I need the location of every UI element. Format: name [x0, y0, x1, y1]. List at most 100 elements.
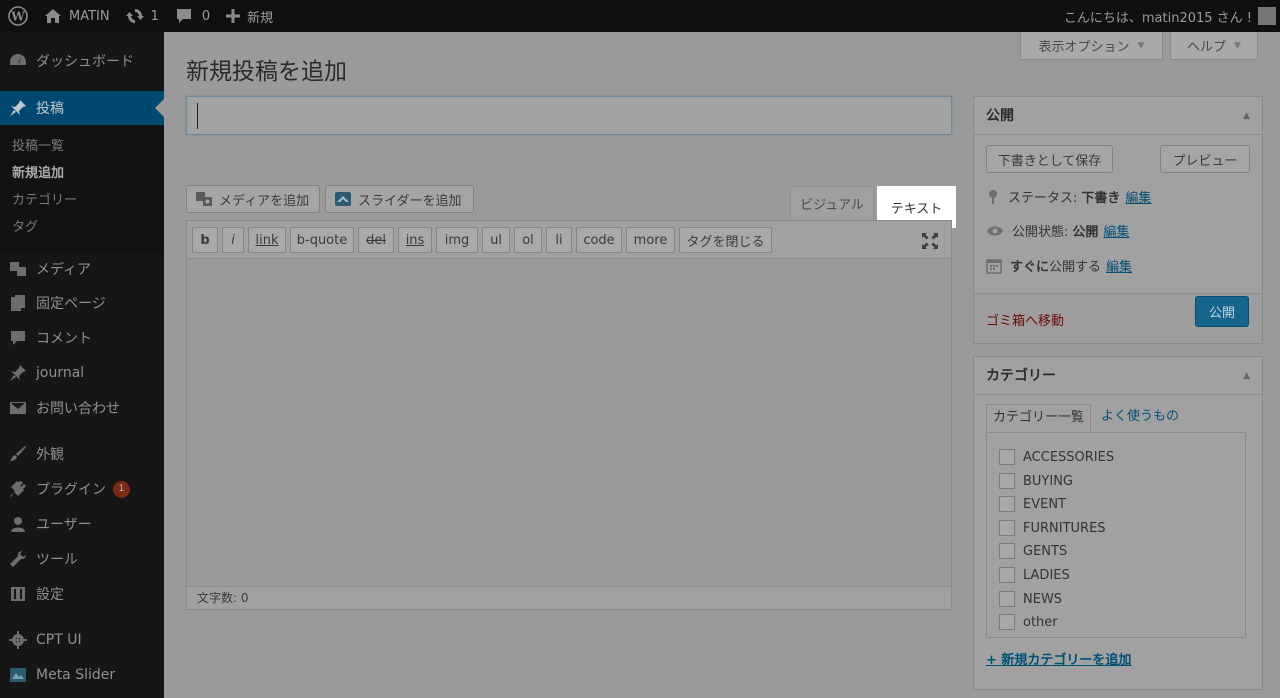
gear-icon [0, 631, 36, 649]
tab-all-categories[interactable]: カテゴリー一覧 [986, 404, 1092, 432]
category-label: FURNITURES [1023, 520, 1106, 536]
triangle-up-icon[interactable]: ▲ [1243, 357, 1250, 395]
qt-ins-button[interactable]: ins [398, 227, 432, 253]
menu-label: お問い合わせ [36, 401, 120, 417]
checkbox[interactable] [999, 567, 1015, 583]
pin-icon [0, 99, 36, 117]
qt-close-tags-button[interactable]: タグを閉じる [679, 227, 772, 253]
new-content-menu[interactable]: 新規 [218, 0, 281, 32]
move-to-trash-link[interactable]: ゴミ箱へ移動 [986, 310, 1064, 329]
category-tabs: カテゴリー一覧 よく使うもの [986, 404, 1185, 432]
category-item[interactable]: FURNITURES [999, 520, 1106, 536]
menu-label: journal [36, 365, 85, 381]
submenu-all-posts[interactable]: 投稿一覧 [0, 133, 164, 160]
qt-code-button[interactable]: code [576, 227, 622, 253]
category-item[interactable]: other [999, 614, 1058, 630]
category-item[interactable]: BUYING [999, 473, 1073, 489]
menu-dashboard[interactable]: ダッシュボード [0, 44, 164, 78]
publish-box-header[interactable]: 公開 ▲ [974, 97, 1262, 135]
status-label: ステータス: [1008, 191, 1078, 206]
triangle-up-icon[interactable]: ▲ [1243, 97, 1250, 135]
tab-visual-label: ビジュアル [800, 198, 864, 213]
checkbox[interactable] [999, 543, 1015, 559]
menu-appearance[interactable]: 外観 [0, 437, 164, 471]
checkbox[interactable] [999, 449, 1015, 465]
checkbox[interactable] [999, 614, 1015, 630]
qt-ol-button[interactable]: ol [514, 227, 542, 253]
comment-icon [176, 9, 191, 23]
submenu-add-new[interactable]: 新規追加 [0, 160, 164, 187]
qt-italic-button[interactable]: i [222, 227, 244, 253]
publish-button[interactable]: 公開 [1195, 296, 1249, 327]
help-tab[interactable]: ヘルプ ▼ [1170, 32, 1258, 60]
refresh-icon [125, 9, 144, 23]
triangle-down-icon: ▼ [1137, 40, 1145, 51]
my-account-menu[interactable]: こんにちは、matin2015 さん ! [1056, 0, 1280, 32]
category-box-header[interactable]: カテゴリー ▲ [974, 357, 1262, 395]
comments-menu[interactable]: 0 [167, 0, 218, 32]
category-label: BUYING [1023, 473, 1074, 489]
comments-count: 0 [201, 8, 211, 24]
menu-cpt-ui[interactable]: CPT UI [0, 623, 164, 657]
qt-li-button[interactable]: li [546, 227, 572, 253]
update-badge: 1 [113, 480, 130, 498]
category-item[interactable]: LADIES [999, 567, 1070, 583]
wordpress-logo-icon[interactable]: W [0, 0, 36, 32]
qt-more-button[interactable]: more [626, 227, 675, 253]
menu-users[interactable]: ユーザー [0, 507, 164, 541]
checkbox[interactable] [999, 520, 1015, 536]
pin-marker-icon [989, 189, 997, 204]
edit-visibility-link[interactable]: 編集 [1103, 221, 1129, 240]
checkbox[interactable] [999, 591, 1015, 607]
tab-most-used[interactable]: よく使うもの [1091, 404, 1185, 432]
add-media-button[interactable]: メディアを追加 [186, 185, 320, 213]
menu-posts[interactable]: 投稿 [0, 91, 164, 125]
home-icon [45, 9, 61, 23]
screen-options-label: 表示オプション [1038, 40, 1130, 55]
triangle-down-icon: ▼ [1234, 40, 1241, 51]
category-item[interactable]: GENTS [999, 543, 1067, 559]
menu-meta-slider[interactable]: Meta Slider [0, 658, 164, 692]
tab-visual[interactable]: ビジュアル [790, 186, 874, 220]
site-name-menu[interactable]: MATIN [36, 0, 118, 32]
submenu-categories[interactable]: カテゴリー [0, 187, 164, 214]
post-title-input[interactable] [186, 96, 952, 135]
category-item[interactable]: EVENT [999, 496, 1066, 512]
qt-bold-button[interactable]: b [192, 227, 218, 253]
screen-options-tab[interactable]: 表示オプション ▼ [1020, 32, 1163, 60]
category-item[interactable]: NEWS [999, 591, 1062, 607]
menu-tools[interactable]: ツール [0, 542, 164, 576]
qt-blockquote-button[interactable]: b-quote [290, 227, 354, 253]
add-new-category-link[interactable]: + 新規カテゴリーを追加 [986, 649, 1131, 668]
content-textarea[interactable] [187, 259, 951, 587]
checkbox[interactable] [999, 473, 1015, 489]
menu-comments[interactable]: コメント [0, 321, 164, 355]
edit-status-link[interactable]: 編集 [1125, 187, 1151, 206]
fullscreen-icon[interactable] [921, 232, 939, 250]
menu-settings[interactable]: 設定 [0, 577, 164, 611]
updates-menu[interactable]: 1 [118, 0, 167, 32]
preview-button[interactable]: プレビュー [1160, 145, 1250, 173]
menu-media[interactable]: メディア [0, 252, 164, 286]
qt-link-button[interactable]: link [248, 227, 286, 253]
qt-img-button[interactable]: img [436, 227, 478, 253]
new-label: 新規 [247, 10, 274, 26]
checkbox[interactable] [999, 496, 1015, 512]
text-caret [197, 103, 198, 129]
save-draft-button[interactable]: 下書きとして保存 [986, 145, 1113, 173]
submenu-tags[interactable]: タグ [0, 214, 164, 241]
qt-ul-button[interactable]: ul [482, 227, 510, 253]
qt-del-button[interactable]: del [358, 227, 394, 253]
menu-pages[interactable]: 固定ページ [0, 286, 164, 320]
publish-box: 公開 ▲ 下書きとして保存 プレビュー ステータス: 下書き 編集 公開状態: … [973, 96, 1263, 344]
add-slider-button[interactable]: スライダーを追加 [325, 185, 474, 213]
plugin-icon [0, 480, 36, 498]
comment-icon [0, 330, 36, 346]
category-item[interactable]: ACCESSORIES [999, 449, 1114, 465]
menu-plugins[interactable]: プラグイン 1 [0, 472, 164, 506]
category-label: NEWS [1023, 591, 1063, 607]
menu-contact[interactable]: お問い合わせ [0, 391, 164, 425]
help-label: ヘルプ [1187, 40, 1227, 55]
edit-schedule-link[interactable]: 編集 [1106, 256, 1132, 275]
menu-journal[interactable]: journal [0, 356, 164, 390]
